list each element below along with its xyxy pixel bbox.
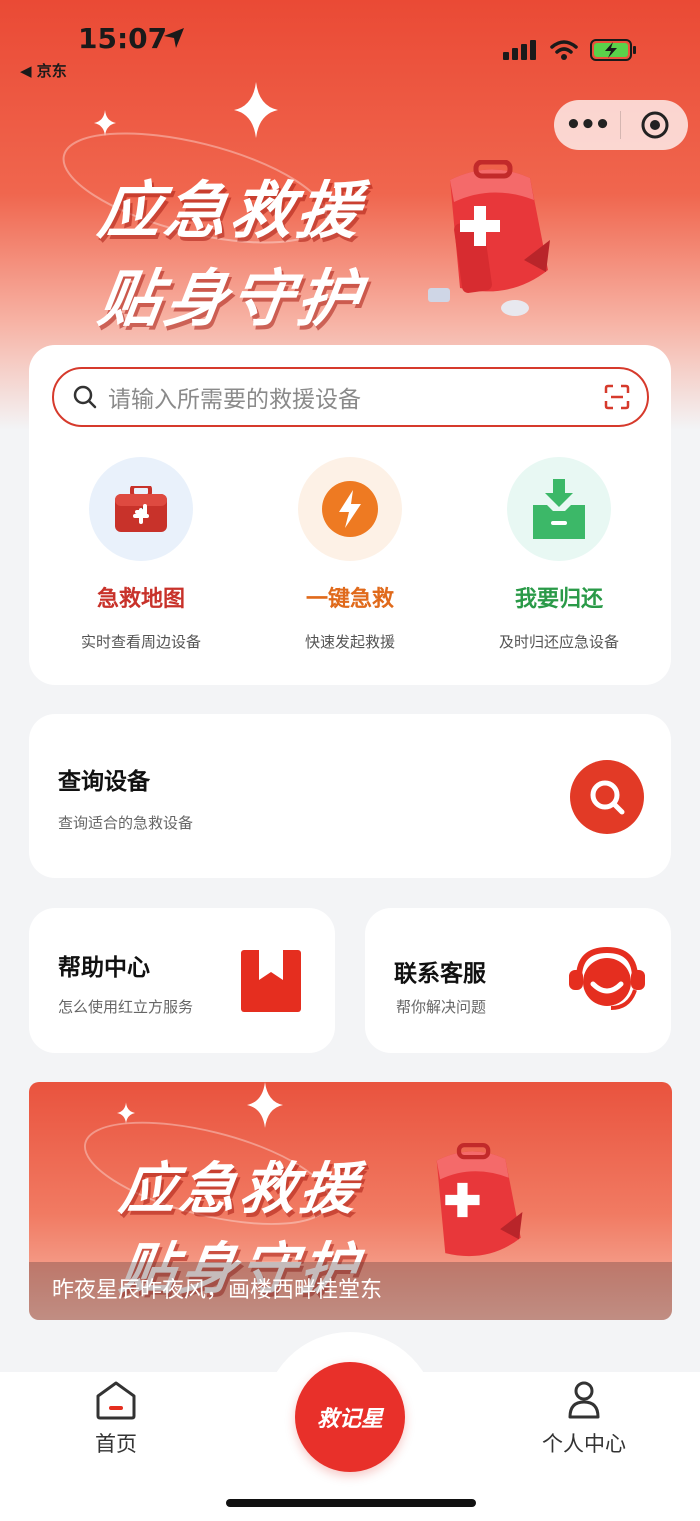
feature-subtitle: 快速发起救援 [304,633,395,651]
hero-title-line2: 贴身守护 [94,262,369,335]
home-icon [96,1381,136,1420]
query-device-subtitle: 查询适合的急救设备 [58,814,194,832]
home-indicator [226,1499,476,1507]
headset-service-icon [569,946,645,1010]
first-aid-kit-illustration [436,1143,523,1257]
tab-profile[interactable]: 个人中心 [534,1380,634,1458]
feature-return-device[interactable]: 我要归还 及时归还应急设备 [459,457,659,652]
tab-home[interactable]: 首页 [76,1380,156,1458]
bookmark-book-icon [241,950,301,1012]
close-miniprogram-button[interactable] [621,110,688,140]
search-input[interactable]: 请输入所需要的救援设备 [108,380,603,414]
search-icon [590,780,625,815]
feature-first-aid-map[interactable]: 急救地图 实时查看周边设备 [41,457,241,652]
feature-icon-bg [507,457,611,561]
target-icon [641,111,668,139]
hero-title-line1: 应急救援 [94,174,369,247]
wifi-icon [550,40,578,60]
feature-title: 一键急救 [305,587,394,612]
scan-icon[interactable] [603,383,631,411]
first-aid-kit-icon [115,486,167,532]
more-menu-icon[interactable]: ••• [554,100,620,150]
status-time: 15:07 [78,22,168,55]
search-bar[interactable]: 请输入所需要的救援设备 [52,367,649,427]
battery-charging-icon [590,39,636,61]
contact-service-subtitle: 帮你解决问题 [396,998,487,1016]
promo-banner[interactable]: 应急救援 贴身守护 昨夜星辰昨夜风，画楼西畔桂堂东 [29,1082,672,1320]
status-indicators [502,38,638,62]
feature-one-click-rescue[interactable]: 一键急救 快速发起救援 [250,457,450,652]
back-to-app-link[interactable]: ◀ 京东 [20,60,67,81]
first-aid-kit-illustration [428,160,550,316]
location-arrow-icon [164,28,184,48]
tab-home-label: 首页 [95,1432,137,1456]
feature-subtitle: 及时归还应急设备 [498,633,619,651]
promo-caption: 昨夜星辰昨夜风，画楼西畔桂堂东 [29,1262,672,1320]
help-center-subtitle: 怎么使用红立方服务 [58,998,194,1016]
feature-subtitle: 实时查看周边设备 [80,633,201,651]
return-box-icon [533,479,585,539]
miniprogram-capsule: ••• [554,100,688,150]
help-center-title: 帮助中心 [58,955,150,981]
query-device-button[interactable] [570,760,644,834]
signal-icon [503,40,536,60]
lightning-icon [322,481,378,537]
center-logo-text: 救记星 [316,1407,383,1432]
query-device-title: 查询设备 [58,769,150,795]
tab-profile-label: 个人中心 [542,1432,626,1456]
feature-title: 我要归还 [514,587,603,612]
feature-icon-bg [298,457,402,561]
promo-title-line1: 应急救援 [115,1157,365,1222]
center-logo-button[interactable]: 救记星 [295,1362,405,1472]
user-icon [568,1381,600,1419]
feature-icon-bg [89,457,193,561]
feature-title: 急救地图 [96,587,185,612]
search-icon [73,385,97,409]
contact-service-title: 联系客服 [394,961,486,987]
